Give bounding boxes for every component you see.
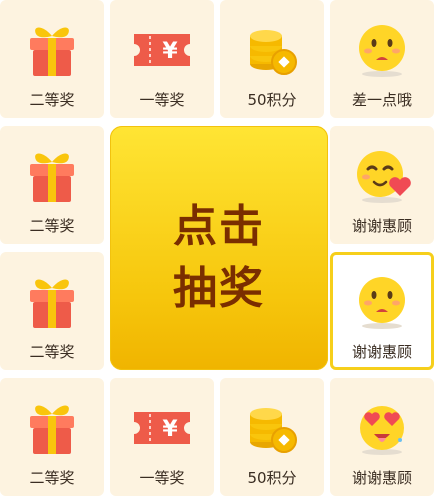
gift-icon xyxy=(30,27,74,76)
gift-icon xyxy=(30,405,74,454)
prize-cell-almost: 差一点哦 xyxy=(330,0,434,118)
prize-cell-thanks: 谢谢惠顾 xyxy=(330,378,434,496)
prize-label: 二等奖 xyxy=(29,343,75,361)
prize-label: 谢谢惠顾 xyxy=(351,343,412,361)
gift-icon xyxy=(30,153,74,202)
lottery-board: 二等奖 ¥ 一等奖 50积分 差一点哦 二等奖 点击 抽奖 谢谢惠顾 二等奖 谢… xyxy=(0,0,438,498)
draw-button-line2: 抽奖 xyxy=(173,263,265,314)
prize-cell-thanks-highlighted: 谢谢惠顾 xyxy=(330,252,434,370)
coins-icon xyxy=(250,408,297,453)
coins-icon xyxy=(250,30,297,75)
prize-label: 差一点哦 xyxy=(351,91,412,109)
prize-label: 一等奖 xyxy=(139,469,185,487)
sad-face-icon xyxy=(359,277,405,329)
heart-eyes-face-icon xyxy=(360,406,404,455)
prize-cell-first: ¥ 一等奖 xyxy=(110,378,214,496)
prize-cell-points: 50积分 xyxy=(220,0,324,118)
prize-cell-first: ¥ 一等奖 xyxy=(110,0,214,118)
face-heart-icon xyxy=(357,151,411,203)
prize-label: 一等奖 xyxy=(139,91,185,109)
prize-cell-thanks: 谢谢惠顾 xyxy=(330,126,434,244)
ticket-symbol: ¥ xyxy=(162,39,178,64)
ticket-icon: ¥ xyxy=(134,412,190,444)
prize-cell-second: 二等奖 xyxy=(0,378,104,496)
prize-label: 谢谢惠顾 xyxy=(351,469,412,487)
ticket-symbol: ¥ xyxy=(162,417,178,442)
prize-label: 二等奖 xyxy=(29,91,75,109)
prize-label: 谢谢惠顾 xyxy=(351,217,412,235)
prize-cell-points: 50积分 xyxy=(220,378,324,496)
draw-button-line1: 点击 xyxy=(173,201,265,252)
prize-label: 50积分 xyxy=(247,469,297,487)
prize-label: 二等奖 xyxy=(29,217,75,235)
prize-cell-second: 二等奖 xyxy=(0,252,104,370)
prize-label: 二等奖 xyxy=(29,469,75,487)
prize-cell-second: 二等奖 xyxy=(0,126,104,244)
sad-face-icon xyxy=(359,25,405,77)
draw-button[interactable]: 点击 抽奖 xyxy=(110,126,328,370)
gift-icon xyxy=(30,279,74,328)
prize-label: 50积分 xyxy=(247,91,297,109)
prize-cell-second: 二等奖 xyxy=(0,0,104,118)
ticket-icon: ¥ xyxy=(134,34,190,66)
